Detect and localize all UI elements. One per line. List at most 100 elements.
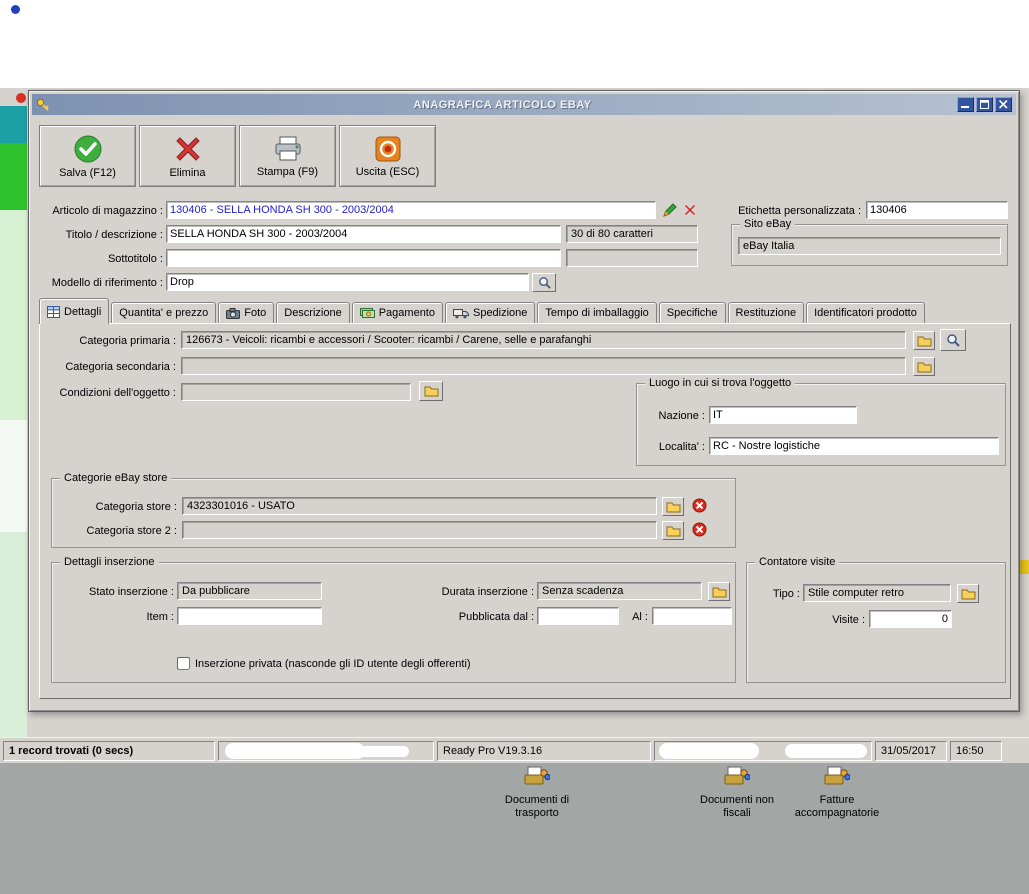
fragment-red-dot xyxy=(16,93,26,103)
shortcut-label: Documenti non fiscali xyxy=(700,794,774,819)
sito-ebay-group-label: Sito eBay xyxy=(740,217,796,231)
shortcut-documenti-non-fiscali[interactable]: Documenti non fiscali xyxy=(689,766,785,820)
documents-icon xyxy=(524,766,550,785)
inserzione-privata-label: Inserzione privata (nasconde gli ID uten… xyxy=(195,658,471,670)
categoria-primaria-label: Categoria primaria : xyxy=(79,335,176,347)
tab-identificatori-prodotto[interactable]: Identificatori prodotto xyxy=(806,302,925,323)
modello-label: Modello di riferimento : xyxy=(51,277,163,289)
sito-ebay-item[interactable]: eBay Italia xyxy=(738,237,1001,255)
durata-inserzione-label: Durata inserzione : xyxy=(441,586,534,598)
categoria-store-folder-button[interactable] xyxy=(662,497,684,516)
close-button[interactable] xyxy=(995,97,1012,112)
tab-descrizione[interactable]: Descrizione xyxy=(276,302,350,323)
folder-icon xyxy=(961,589,975,599)
categoria-secondaria-folder-button[interactable] xyxy=(913,357,935,376)
fragment-teal xyxy=(0,106,27,143)
tipo-label: Tipo : xyxy=(772,588,800,600)
categoria-store-delete-icon[interactable] xyxy=(692,498,707,513)
dialog-anagrafica-articolo-ebay: ANAGRAFICA ARTICOLO EBAY Salva (F12) Eli… xyxy=(28,90,1020,712)
categoria-secondaria-field xyxy=(181,357,906,375)
modello-input[interactable] xyxy=(166,273,529,291)
item-input[interactable] xyxy=(177,607,322,625)
localita-label: Localita' : xyxy=(658,441,705,453)
dialog-titlebar[interactable]: ANAGRAFICA ARTICOLO EBAY xyxy=(32,94,1016,115)
contatore-visite-group-label: Contatore visite xyxy=(755,555,840,569)
categoria-primaria-search-button[interactable] xyxy=(940,329,966,351)
item-label: Item : xyxy=(146,611,174,623)
tab-restituzione[interactable]: Restituzione xyxy=(727,302,805,323)
tab-foto[interactable]: Foto xyxy=(218,302,275,323)
categoria-store2-delete-icon[interactable] xyxy=(692,522,707,537)
etichetta-input[interactable] xyxy=(866,201,1008,219)
tab-strip: Dettagli Quantita' e prezzo Foto Descriz… xyxy=(39,297,927,324)
maximize-button[interactable] xyxy=(976,97,993,112)
al-input[interactable] xyxy=(652,607,732,625)
shortcut-fatture-accompagnatorie[interactable]: Fatture accompagnatorie xyxy=(789,766,885,820)
dialog-title: ANAGRAFICA ARTICOLO EBAY xyxy=(413,98,592,111)
delete-button[interactable]: Elimina xyxy=(139,125,236,187)
categoria-store2-label: Categoria store 2 : xyxy=(86,525,178,537)
luogo-group: Luogo in cui si trova l'oggetto Nazione … xyxy=(636,376,1006,466)
nazione-input[interactable] xyxy=(709,406,857,424)
visite-input[interactable] xyxy=(869,610,952,628)
print-button[interactable]: Stampa (F9) xyxy=(239,125,336,187)
shortcut-label: Documenti di trasporto xyxy=(504,794,570,819)
mdi-desktop: Documenti di trasporto Documenti non fis… xyxy=(0,763,1029,894)
folder-icon xyxy=(424,386,438,397)
categoria-primaria-field: 126673 - Veicoli: ricambi e accessori / … xyxy=(181,331,906,349)
money-icon xyxy=(359,307,375,318)
titolo-input[interactable] xyxy=(166,225,561,243)
tab-spedizione[interactable]: Spedizione xyxy=(444,302,536,323)
screen: ANAGRAFICA ARTICOLO EBAY Salva (F12) Eli… xyxy=(0,0,1029,894)
tab-pagamento[interactable]: Pagamento xyxy=(351,302,443,323)
status-panel-redacted-2 xyxy=(654,741,872,761)
tab-foto-label: Foto xyxy=(244,307,267,319)
categorie-store-group: Categorie eBay store Categoria store : 4… xyxy=(51,471,736,548)
minimize-button[interactable] xyxy=(957,97,974,112)
edit-pencil-icon[interactable] xyxy=(662,202,678,218)
camera-icon xyxy=(226,307,241,319)
condizioni-label: Condizioni dell'oggetto : xyxy=(59,387,176,399)
save-button[interactable]: Salva (F12) xyxy=(39,125,136,187)
sottotitolo-input[interactable] xyxy=(166,249,561,267)
al-label: Al : xyxy=(632,611,648,623)
tab-pagamento-label: Pagamento xyxy=(378,307,435,319)
categorie-store-group-label: Categorie eBay store xyxy=(60,471,172,485)
categoria-primaria-folder-button[interactable] xyxy=(913,331,935,350)
clear-article-icon[interactable] xyxy=(684,204,696,216)
visite-label: Visite : xyxy=(832,614,865,626)
titolo-counter: 30 di 80 caratteri xyxy=(566,225,698,243)
tab-quantita-e-prezzo[interactable]: Quantita' e prezzo xyxy=(111,302,217,323)
modello-search-button[interactable] xyxy=(532,273,556,292)
fragment-yellow xyxy=(1020,560,1029,574)
search-icon xyxy=(538,277,551,289)
pubblicata-dal-label: Pubblicata dal : xyxy=(458,611,534,623)
tipo-folder-button[interactable] xyxy=(957,584,979,603)
inserzione-privata-checkbox[interactable] xyxy=(177,657,190,670)
articolo-label: Articolo di magazzino : xyxy=(52,205,163,217)
tab-tempo-label: Tempo di imballaggio xyxy=(545,307,649,319)
localita-input[interactable] xyxy=(709,437,999,455)
redaction-blob xyxy=(659,743,759,759)
save-button-label: Salva (F12) xyxy=(59,166,116,179)
status-bar: 1 record trovati (0 secs) Ready Pro V19.… xyxy=(0,737,1029,763)
categoria-store2-folder-button[interactable] xyxy=(662,521,684,540)
tab-dettagli[interactable]: Dettagli xyxy=(39,298,110,324)
condizioni-folder-button[interactable] xyxy=(419,381,443,401)
shortcut-label: Fatture accompagnatorie xyxy=(794,794,880,819)
shortcut-documenti-di-trasporto[interactable]: Documenti di trasporto xyxy=(489,766,585,820)
durata-folder-button[interactable] xyxy=(708,582,730,601)
fragment-palegreen-2 xyxy=(0,532,27,737)
fragment-green xyxy=(0,143,27,210)
articolo-input[interactable] xyxy=(166,201,656,219)
folder-icon xyxy=(917,362,931,372)
tab-specifiche[interactable]: Specifiche xyxy=(658,302,726,323)
folder-icon xyxy=(917,336,931,346)
pubblicata-dal-input[interactable] xyxy=(537,607,619,625)
search-icon xyxy=(947,334,960,347)
exit-button[interactable]: Uscita (ESC) xyxy=(339,125,436,187)
tab-tempo-di-imballaggio[interactable]: Tempo di imballaggio xyxy=(537,302,657,323)
luogo-group-label: Luogo in cui si trova l'oggetto xyxy=(645,376,796,390)
stato-inserzione-field: Da pubblicare xyxy=(177,582,322,600)
status-panel-redacted-1 xyxy=(218,741,434,761)
